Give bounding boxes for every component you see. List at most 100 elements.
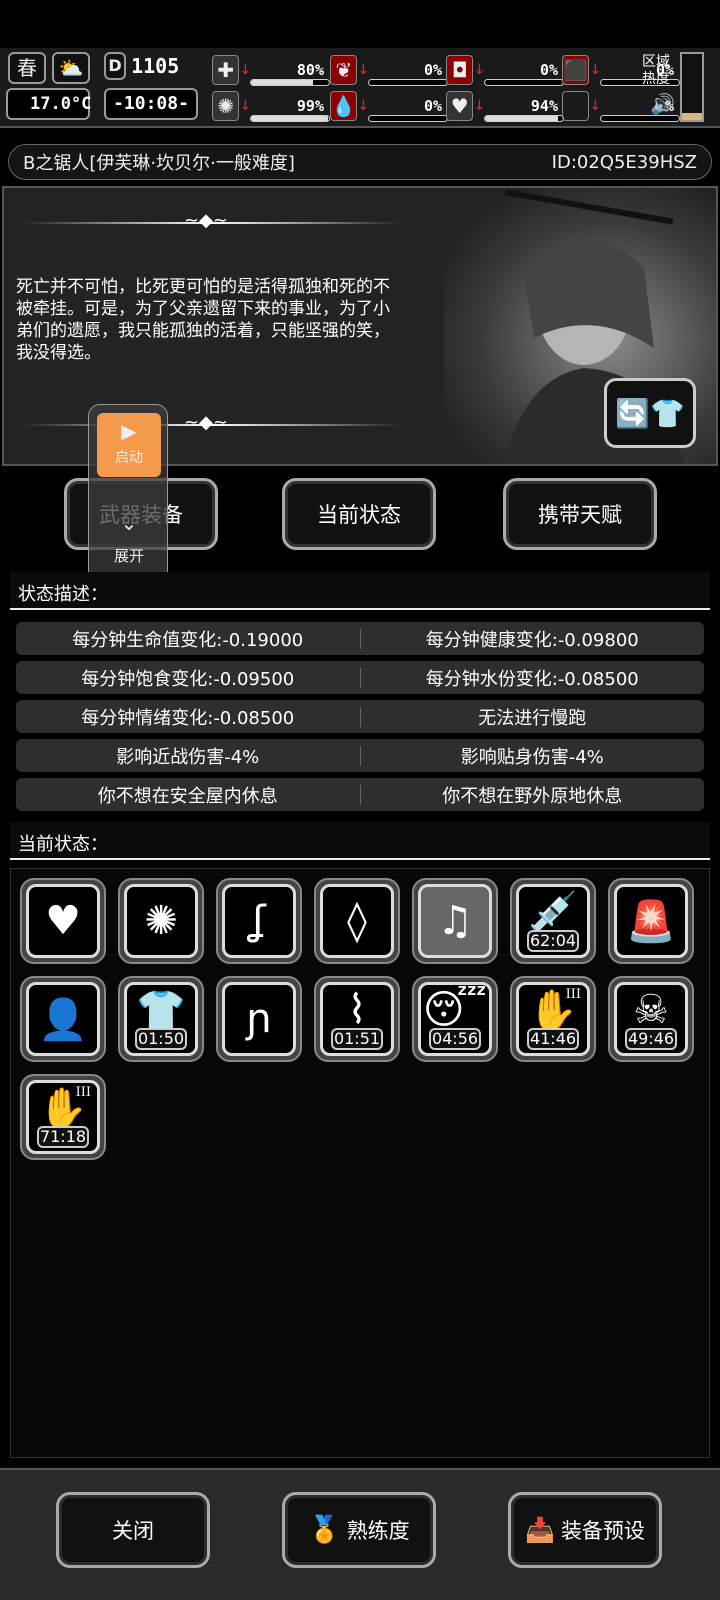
status-effect-frame: ✋ III 41:46 [516,982,590,1056]
region-heat-meter [680,52,704,122]
medkit-icon: ✚ [212,55,240,85]
tab-current-status[interactable]: 当前状态 [282,478,436,550]
status-timer: 04:56 [429,1028,481,1050]
close-button[interactable]: 关闭 [56,1492,210,1568]
hud-stat: ❦ ↓ 0% [330,54,448,86]
status-effect-frame: 🚨 [614,884,688,958]
hud-stat-bar [600,115,680,122]
syringe-icon: 💉 [528,889,578,936]
status-desc-row: 你不想在安全屋内休息 你不想在野外原地休息 [16,778,704,811]
status-effect-frame: 👤 [26,982,100,1056]
status-effect-crawling-person[interactable]: ɲ [216,976,302,1062]
boot-icon: ⬛ [562,55,590,85]
status-effect-frame: ✋ III 71:18 [26,1080,100,1154]
music-heart-icon: ♫ [437,898,473,944]
status-timer: 49:46 [625,1028,677,1050]
character-title-bar: B之锯人[伊芙琳·坎贝尔·一般难度] ID:02Q5E39HSZ [8,144,712,180]
temperature-value: 17.0°C [30,94,92,114]
equipment-preset-button[interactable]: 📥 装备预设 [508,1492,662,1568]
outfit-swap-icon: 🔄👕 [615,396,685,430]
hud-stat-value: 94% [530,97,558,115]
top-hud: 春 ⛅ 17.0°C D 1105 -10:08- ✚ ↓ 80% ❦ ↓ 0% ◘ ↓ 0% ⬛… [0,48,720,128]
status-effect-heart[interactable]: ♥ [20,878,106,964]
torn-clothes-icon: 👕 [136,987,186,1034]
status-effect-frame: ♥ [26,884,100,958]
status-desc-right: 影响贴身伤害-4% [460,746,604,768]
status-desc-right: 每分钟水份变化:-0.08500 [425,668,639,690]
clock-value: -10:08- [113,93,189,114]
hud-stat: ✺ ↓ 99% [212,90,330,122]
status-effect-virus[interactable]: ✺ [118,878,204,964]
unknown-icon [562,91,590,121]
decrease-arrow-icon: ↓ [357,62,370,78]
decrease-arrow-icon: ↓ [473,98,486,114]
tab-talents[interactable]: 携带天赋 [503,478,657,550]
hud-stat-bar-fill [251,80,314,85]
status-timer: 41:46 [527,1028,579,1050]
status-effect-alcohol-skull[interactable]: ☠ 49:46 [608,976,694,1062]
status-desc-row: 每分钟生命值变化:-0.19000 每分钟健康变化:-0.09800 [16,622,704,655]
start-label: 启动 [115,450,143,466]
status-desc-right: 无法进行慢跑 [478,707,587,729]
status-desc-row: 影响近战伤害-4% 影响贴身伤害-4% [16,739,704,772]
crawling-person-icon: ɲ [246,996,272,1042]
status-effect-syringe[interactable]: 💉 62:04 [510,878,596,964]
status-effect-alarm-person[interactable]: 🚨 [608,878,694,964]
weather-icon: ⛅ [52,52,90,84]
temperature-panel: 17.0°C [6,88,92,120]
status-effect-bandaged-hand[interactable]: ✋ III 41:46 [510,976,596,1062]
close-label: 关闭 [112,1519,154,1543]
region-heat-fill [682,113,702,120]
current-status-heading: 当前状态： [10,822,710,860]
status-timer: 01:50 [135,1028,187,1050]
status-effect-bandaged-hand[interactable]: ✋ III 71:18 [20,1074,106,1160]
status-effect-frame: ✺ [124,884,198,958]
hud-stat-bar [250,79,330,86]
status-effect-sleepy-person[interactable]: 😴 04:56 [412,976,498,1062]
status-effect-music-heart[interactable]: ♫ [412,878,498,964]
change-outfit-button[interactable]: 🔄👕 [604,378,696,448]
status-effect-frame: ɲ [222,982,296,1056]
status-effect-intestine[interactable]: ⌇ 01:51 [314,976,400,1062]
status-description-heading: 状态描述： [10,572,710,610]
status-timer: 01:51 [331,1028,383,1050]
blood-drop-icon: 💧 [330,91,358,121]
hud-stat-value: 0% [423,61,442,79]
pill-icon: ◘ [446,55,474,85]
virus-icon: ✺ [144,898,178,944]
water-drop-icon: ◊ [347,898,367,944]
hud-stat: ◘ ↓ 0% [446,54,564,86]
decrease-arrow-icon: ↓ [473,62,486,78]
person-heartbeat-icon: 👤 [38,996,88,1043]
ornament-bottom-icon: ~◆~ [184,412,229,433]
status-effect-frame: ☠ 49:46 [614,982,688,1056]
chevron-down-icon: ⌄ [120,511,138,535]
status-tier: III [565,987,581,1002]
status-timer: 71:18 [37,1126,89,1148]
floating-assistant[interactable]: ▶ 启动 ⌄ 展开 [88,404,168,588]
hud-stat: ✚ ↓ 80% [212,54,330,86]
status-desc-left: 每分钟饱食变化:-0.09500 [81,668,295,690]
hud-stat: ♥ ↓ 94% [446,90,564,122]
status-desc-left: 每分钟生命值变化:-0.19000 [72,629,304,651]
hud-stat-value: 0% [423,97,442,115]
status-effect-water-drop[interactable]: ◊ [314,878,400,964]
speaker-icon[interactable]: 🔊 [650,92,675,116]
hud-stat-bar [484,115,564,122]
stomach-icon: ❦ [330,55,358,85]
trophy-icon: 🏅 [308,1515,341,1545]
status-desc-right: 每分钟健康变化:-0.09800 [425,629,639,651]
day-counter: D 1105 [104,52,198,84]
status-effect-person-heartbeat[interactable]: 👤 [20,976,106,1062]
status-effect-stomach[interactable]: ʆ [216,878,302,964]
start-button[interactable]: ▶ 启动 [97,413,161,477]
status-effect-frame: ʆ [222,884,296,958]
decrease-arrow-icon: ↓ [589,62,602,78]
status-desc-row: 每分钟饱食变化:-0.09500 每分钟水份变化:-0.08500 [16,661,704,694]
proficiency-button[interactable]: 🏅 熟练度 [282,1492,436,1568]
expand-label[interactable]: 展开 [89,545,169,566]
heart-icon: ♥ [446,91,474,121]
status-effect-torn-clothes[interactable]: 👕 01:50 [118,976,204,1062]
region-heat-label: 区域 热度 [642,54,670,87]
preset-icon: 📥 [525,1516,555,1544]
